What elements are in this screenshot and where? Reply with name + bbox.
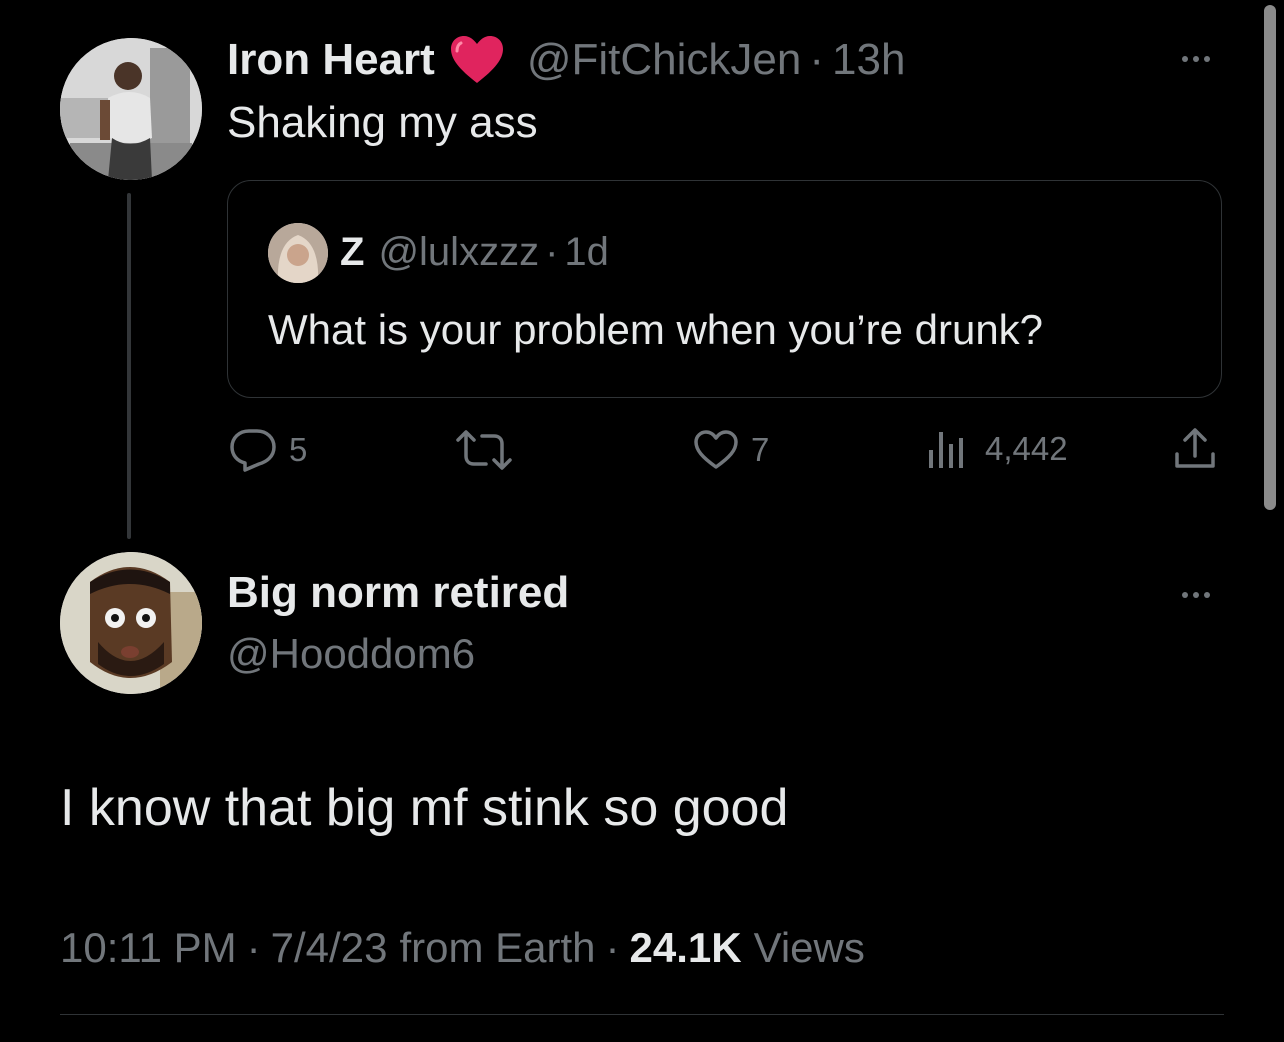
dot-icon	[1193, 56, 1199, 62]
retweet-button[interactable]	[454, 430, 526, 470]
more-options-button[interactable]	[1166, 44, 1226, 74]
like-count: 7	[751, 431, 770, 468]
dot-icon	[1204, 592, 1210, 598]
avatar-iron-heart[interactable]	[60, 38, 202, 180]
meta-date[interactable]: 7/4/23	[271, 924, 388, 972]
heart-emoji-icon	[449, 35, 505, 85]
quoted-timestamp[interactable]: 1d	[564, 230, 609, 275]
share-icon	[1175, 428, 1215, 468]
reply-handle[interactable]: @Hooddom6	[227, 630, 475, 678]
analytics-icon	[929, 432, 963, 468]
reply-button[interactable]: 5	[229, 428, 307, 472]
heart-outline-icon	[694, 430, 738, 469]
timestamp[interactable]: 13h	[832, 35, 905, 85]
meta-separator: ·	[605, 924, 620, 971]
reply-icon	[230, 429, 276, 472]
quoted-tweet-card[interactable]	[227, 180, 1222, 398]
thread-line	[127, 193, 131, 539]
tweet-text: Shaking my ass	[227, 98, 538, 147]
scrollbar[interactable]	[1264, 5, 1276, 510]
dot-icon	[1182, 56, 1188, 62]
quoted-tweet-text: What is your problem when you’re drunk?	[268, 306, 1044, 353]
like-button[interactable]: 7	[693, 430, 769, 470]
tweet-meta: 10:11 PM · 7/4/23 from Earth · 24.1K Vie…	[60, 924, 865, 972]
retweet-icon	[456, 430, 512, 470]
quoted-separator: ·	[545, 229, 559, 274]
meta-source: from Earth	[399, 924, 596, 971]
dot-icon	[1182, 592, 1188, 598]
avatar-big-norm[interactable]	[60, 552, 202, 694]
quoted-handle[interactable]: @lulxzzz	[378, 230, 539, 275]
views-label: Views	[753, 924, 865, 971]
reply-display-name[interactable]: Big norm retired	[227, 568, 569, 618]
reply-tweet-text: I know that big mf stink so good	[60, 779, 789, 837]
dot-icon	[1193, 592, 1199, 598]
share-button[interactable]	[1173, 426, 1217, 470]
avatar-z[interactable]	[268, 223, 328, 283]
divider	[60, 1014, 1224, 1015]
meta-time[interactable]: 10:11 PM	[60, 924, 237, 972]
view-count: 4,442	[985, 430, 1068, 467]
display-name[interactable]: Iron Heart	[227, 35, 435, 85]
views-count[interactable]: 24.1K	[630, 924, 742, 972]
quoted-display-name[interactable]: Z	[340, 230, 364, 275]
handle[interactable]: @FitChickJen	[527, 35, 802, 85]
views-button[interactable]: 4,442	[927, 428, 1068, 470]
reply-more-options-button[interactable]	[1166, 580, 1226, 610]
meta-separator: ·	[246, 924, 261, 971]
reply-count: 5	[289, 431, 308, 468]
separator: ·	[809, 35, 824, 84]
dot-icon	[1204, 56, 1210, 62]
